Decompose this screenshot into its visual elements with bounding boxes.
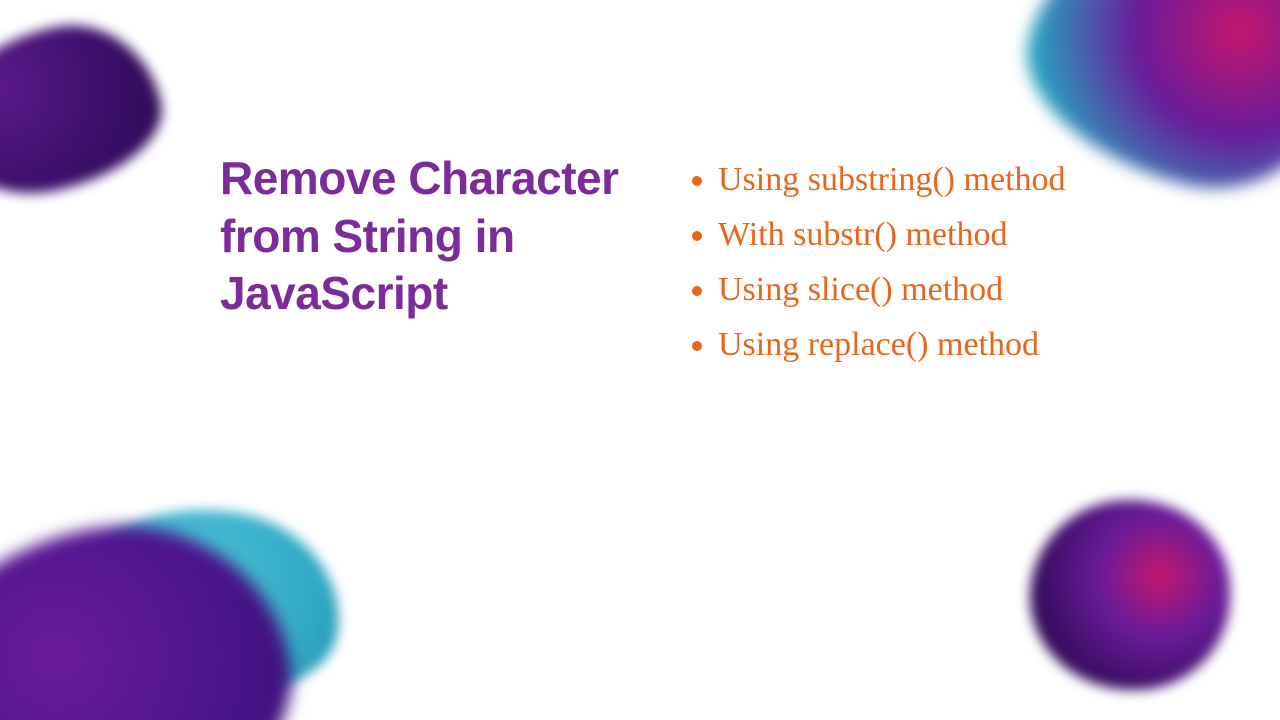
slide-title: Remove Character from String in JavaScri… <box>220 150 640 323</box>
decorative-blob-bottom-right <box>1030 500 1230 690</box>
list-item: With substr() method <box>718 209 1200 260</box>
methods-list: Using substring() method With substr() m… <box>680 154 1200 370</box>
title-column: Remove Character from String in JavaScri… <box>220 150 640 374</box>
list-item: Using replace() method <box>718 319 1200 370</box>
list-item: Using substring() method <box>718 154 1200 205</box>
decorative-blob-top-left <box>0 9 174 211</box>
slide-canvas: Remove Character from String in JavaScri… <box>0 0 1280 720</box>
list-item: Using slice() method <box>718 264 1200 315</box>
list-column: Using substring() method With substr() m… <box>680 150 1200 374</box>
content-area: Remove Character from String in JavaScri… <box>220 150 1200 374</box>
